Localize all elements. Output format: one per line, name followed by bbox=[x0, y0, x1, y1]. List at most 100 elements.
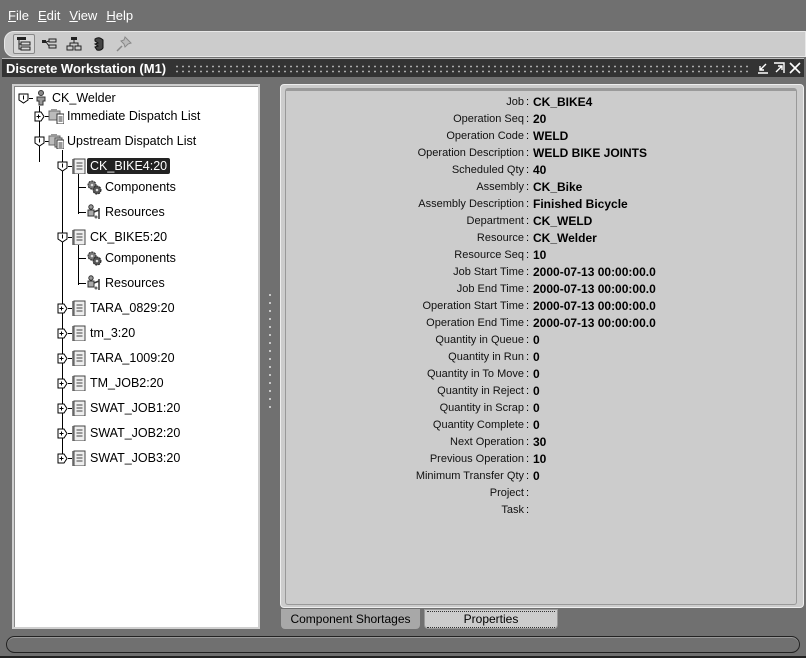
property-value: 40 bbox=[533, 162, 547, 177]
minimize-button[interactable] bbox=[756, 61, 770, 75]
property-label: Minimum Transfer Qty bbox=[415, 469, 524, 482]
property-label: Resource bbox=[476, 231, 524, 244]
tree-node-job[interactable]: CK_BIKE4:20 bbox=[71, 157, 171, 175]
expand-icon[interactable] bbox=[57, 378, 68, 389]
menu-help[interactable]: Help bbox=[106, 8, 133, 23]
expand-icon[interactable] bbox=[57, 303, 68, 314]
property-value: CK_WELD bbox=[533, 213, 593, 228]
tree-node-job[interactable]: CK_BIKE5:20 bbox=[71, 228, 170, 246]
job-document-icon bbox=[72, 425, 86, 441]
expand-icon[interactable] bbox=[57, 328, 68, 339]
property-row: Job: CK_BIKE4 bbox=[286, 93, 798, 110]
menu-edit-mnemonic: E bbox=[37, 7, 47, 23]
maximize-button[interactable] bbox=[772, 61, 786, 75]
tree-node-immediate-dispatch-list[interactable]: Immediate Dispatch List bbox=[48, 107, 203, 125]
close-button[interactable] bbox=[788, 61, 802, 75]
property-value: 0 bbox=[533, 383, 540, 398]
folder-documents-icon bbox=[48, 134, 64, 149]
property-value: 30 bbox=[533, 434, 547, 449]
property-label: Operation Start Time bbox=[422, 299, 525, 312]
property-value: 10 bbox=[533, 247, 547, 262]
tree-connector-line bbox=[78, 258, 86, 259]
hierarchy-icon bbox=[66, 37, 82, 51]
toolbar bbox=[4, 31, 806, 57]
tree-node-job[interactable]: SWAT_JOB2:20 bbox=[71, 424, 183, 442]
menu-edit-label: dit bbox=[46, 7, 61, 23]
tree-view-icon bbox=[17, 37, 31, 51]
property-label: Quantity in To Move bbox=[426, 367, 524, 380]
tree-node-components[interactable]: Components bbox=[86, 178, 179, 196]
window-title-bar[interactable]: Discrete Workstation (M1) bbox=[2, 58, 804, 77]
tree-node-label: SWAT_JOB2:20 bbox=[90, 426, 181, 440]
tree-node-resources[interactable]: Resources bbox=[86, 274, 168, 292]
splitter-handle[interactable] bbox=[266, 290, 274, 410]
property-label: Operation Seq bbox=[453, 112, 524, 125]
property-row: Quantity in Queue:0 bbox=[286, 331, 798, 348]
property-value: 2000-07-13 00:00:00.0 bbox=[533, 298, 656, 313]
property-label: Quantity in Queue bbox=[435, 333, 524, 346]
tab-component-shortages-label: Component Shortages bbox=[290, 612, 411, 626]
tree-node-label: Resources bbox=[105, 276, 165, 290]
drag-handle[interactable] bbox=[174, 63, 750, 73]
tree-node-label: tm_3:20 bbox=[90, 326, 136, 340]
job-document-icon bbox=[72, 350, 86, 366]
expand-tree-button[interactable] bbox=[38, 34, 60, 54]
collapse-icon[interactable] bbox=[57, 161, 68, 172]
menu-edit[interactable]: Edit bbox=[38, 8, 60, 23]
collapse-icon[interactable] bbox=[34, 136, 45, 147]
menu-file[interactable]: File bbox=[8, 8, 29, 23]
tab-component-shortages[interactable]: Component Shortages bbox=[281, 609, 420, 629]
tree-node-job[interactable]: SWAT_JOB1:20 bbox=[71, 399, 183, 417]
close-icon bbox=[789, 62, 801, 74]
tree-node-label: Components bbox=[105, 251, 176, 265]
tree-node-root[interactable]: CK_Welder bbox=[33, 89, 119, 107]
collapse-icon[interactable] bbox=[18, 93, 29, 104]
property-label: Scheduled Qty bbox=[451, 163, 524, 176]
tree-node-label: Immediate Dispatch List bbox=[67, 109, 201, 123]
property-row: Quantity in To Move:0 bbox=[286, 365, 798, 382]
tree-node-job[interactable]: TARA_0829:20 bbox=[71, 299, 178, 317]
tree-node-upstream-dispatch-list[interactable]: Upstream Dispatch List bbox=[48, 132, 199, 150]
tree-node-label: TARA_1009:20 bbox=[90, 351, 175, 365]
tree-view-button[interactable] bbox=[13, 34, 35, 54]
maximize-icon bbox=[774, 62, 785, 73]
property-value: WELD bbox=[533, 128, 569, 143]
job-document-icon bbox=[72, 229, 86, 245]
tree-node-components[interactable]: Components bbox=[86, 249, 179, 267]
hierarchy-button[interactable] bbox=[63, 34, 85, 54]
property-row: Assembly: CK_Bike bbox=[286, 178, 798, 195]
property-value: CK_BIKE4 bbox=[533, 94, 593, 109]
tree-node-job[interactable]: TARA_1009:20 bbox=[71, 349, 178, 367]
job-document-icon bbox=[72, 375, 86, 391]
property-label: Resource Seq bbox=[454, 248, 524, 261]
properties-panel: Job: CK_BIKE4 Operation Seq:20 Operation Co… bbox=[285, 88, 797, 605]
expand-icon[interactable] bbox=[57, 453, 68, 464]
property-row: Resource: CK_Welder bbox=[286, 229, 798, 246]
property-label: Operation End Time bbox=[426, 316, 524, 329]
tree-node-label: CK_Welder bbox=[52, 91, 116, 105]
tab-properties[interactable]: Properties bbox=[424, 609, 558, 629]
job-document-icon bbox=[72, 300, 86, 316]
expand-icon[interactable] bbox=[34, 111, 45, 122]
collapse-icon[interactable] bbox=[57, 232, 68, 243]
menu-view[interactable]: View bbox=[69, 8, 97, 23]
tree-node-job[interactable]: tm_3:20 bbox=[71, 324, 138, 342]
tree-node-job[interactable]: TM_JOB2:20 bbox=[71, 374, 167, 392]
property-label: Job End Time bbox=[456, 282, 524, 295]
hand-button[interactable] bbox=[88, 34, 110, 54]
property-row: Assembly Description: Finished Bicycle bbox=[286, 195, 798, 212]
expand-icon[interactable] bbox=[57, 353, 68, 364]
person-icon bbox=[36, 90, 46, 106]
tree-node-resources[interactable]: Resources bbox=[86, 203, 168, 221]
property-row: Operation Start Time:2000-07-13 00:00:00… bbox=[286, 297, 798, 314]
tree-node-job[interactable]: SWAT_JOB3:20 bbox=[71, 449, 183, 467]
property-row: Job Start Time:2000-07-13 00:00:00.0 bbox=[286, 263, 798, 280]
property-label: Operation Description bbox=[417, 146, 524, 159]
property-label: Next Operation bbox=[450, 435, 524, 448]
dispatch-tree[interactable]: CK_Welder Immediate Dispatch List Upstream… bbox=[12, 84, 260, 629]
property-label: Quantity Complete bbox=[432, 418, 524, 431]
expand-icon[interactable] bbox=[57, 403, 68, 414]
pin-button[interactable] bbox=[113, 34, 135, 54]
expand-icon[interactable] bbox=[57, 428, 68, 439]
tree-node-label: TARA_0829:20 bbox=[90, 301, 175, 315]
